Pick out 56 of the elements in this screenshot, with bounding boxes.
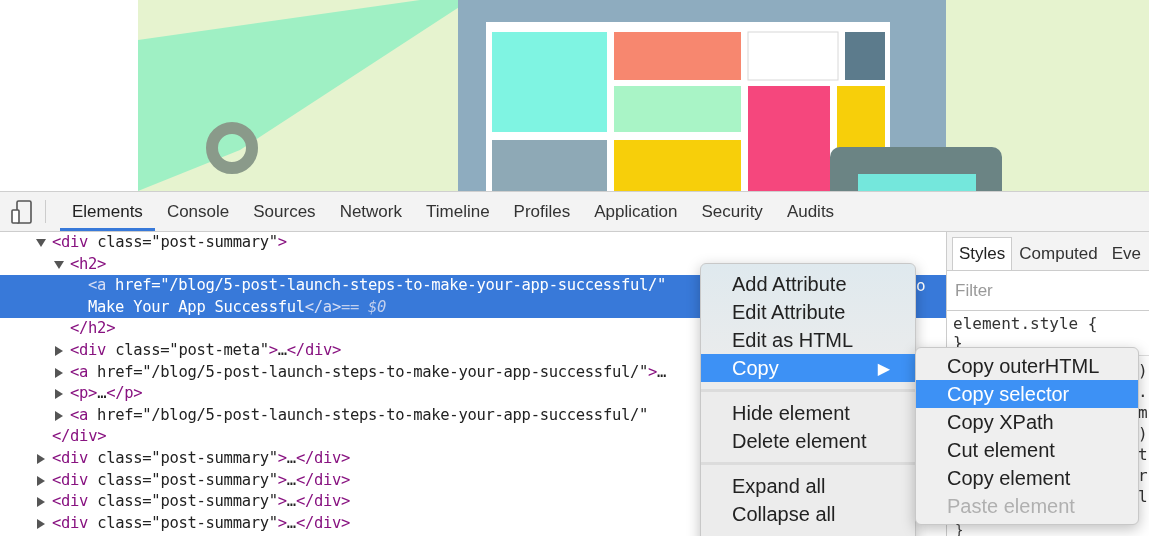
dom-node-text: </div> <box>52 426 107 448</box>
collapsed-triangle-icon[interactable] <box>54 345 64 356</box>
collapsed-triangle-icon[interactable] <box>54 410 64 421</box>
expanded-triangle-icon[interactable] <box>54 259 64 270</box>
panel-tab[interactable]: Audits <box>774 192 847 231</box>
dom-node-text: <div class="post-summary">…</div> <box>52 447 351 469</box>
dom-node-row[interactable]: <div class="post-summary"> <box>0 232 946 254</box>
dom-node-text: <div class="post-meta">…</div> <box>70 339 342 361</box>
dom-node-text: <p>…</p> <box>70 383 143 405</box>
style-text: r <box>1138 465 1148 486</box>
dom-node-text: <div class="post-summary">…</div> <box>52 512 351 534</box>
panel-tab[interactable]: Console <box>154 192 242 231</box>
sidebar-tab[interactable]: Eve <box>1104 237 1149 270</box>
menu-item[interactable]: Copy outerHTML <box>916 352 1138 380</box>
style-text: m <box>1138 402 1148 423</box>
panel-tab[interactable]: Application <box>582 192 690 231</box>
collapsed-triangle-icon[interactable] <box>36 475 46 486</box>
panel-tab[interactable]: Sources <box>241 192 328 231</box>
dom-node-text: <div class="post-summary">…</div> <box>52 469 351 491</box>
style-text: . <box>1138 381 1148 402</box>
menu-item[interactable]: Expand all <box>701 472 915 500</box>
menu-item-label: Copy <box>732 356 779 380</box>
panel-tab[interactable]: Network <box>327 192 414 231</box>
collapsed-triangle-icon[interactable] <box>36 497 46 508</box>
style-text: l <box>1138 486 1148 507</box>
collapsed-triangle-icon[interactable] <box>36 453 46 464</box>
dom-node-text: <a href="/blog/5-post-launch-steps-to-make-your-app-successful/">… <box>70 361 667 383</box>
collapsed-triangle-icon[interactable] <box>36 518 46 529</box>
menu-item[interactable]: Edit as HTML <box>701 326 915 354</box>
panel-tab[interactable]: Security <box>689 192 775 231</box>
menu-item[interactable]: Copy XPath <box>916 408 1138 436</box>
collapsed-triangle-icon[interactable] <box>54 367 64 378</box>
menu-item-label: Expand all <box>732 474 826 498</box>
panel-tab[interactable]: Elements <box>60 192 155 231</box>
dom-node-text: <div class="post-summary"> <box>52 232 287 253</box>
sidebar-tab[interactable]: Styles <box>952 237 1013 270</box>
panel-tab[interactable]: Timeline <box>414 192 502 231</box>
dom-node-text: <div class="post-summary">…</div> <box>52 491 351 513</box>
menu-item-label: Collapse all <box>732 502 836 526</box>
menu-item-label: Edit as HTML <box>732 328 854 352</box>
style-text: t <box>1138 444 1148 465</box>
style-text: ) <box>1138 360 1148 381</box>
submenu-arrow: ▶ <box>877 358 890 378</box>
device-toolbar-icon[interactable] <box>11 199 33 224</box>
sidebar-tab[interactable]: Computed <box>1012 237 1105 270</box>
dom-node-text: <a href="/blog/5-post-launch-steps-to-make-your-app-successful/" Make Your App Successful</a>== $0 <box>88 275 667 318</box>
style-rule-selector: element.style { <box>953 314 1099 333</box>
collapsed-triangle-icon[interactable] <box>54 389 64 400</box>
dom-node-text: <a href="/blog/5-post-launch-steps-to-make-your-app-successful/" <box>70 404 649 426</box>
menu-item[interactable]: Collapse all <box>701 500 915 528</box>
dom-node-text: o <box>916 275 926 298</box>
expanded-triangle-icon[interactable] <box>36 238 46 248</box>
style-text: ) <box>1138 423 1148 444</box>
dom-node-text: <h2> <box>70 253 107 275</box>
panel-tab[interactable]: Profiles <box>501 192 583 231</box>
dom-node-text: </h2> <box>70 318 116 340</box>
